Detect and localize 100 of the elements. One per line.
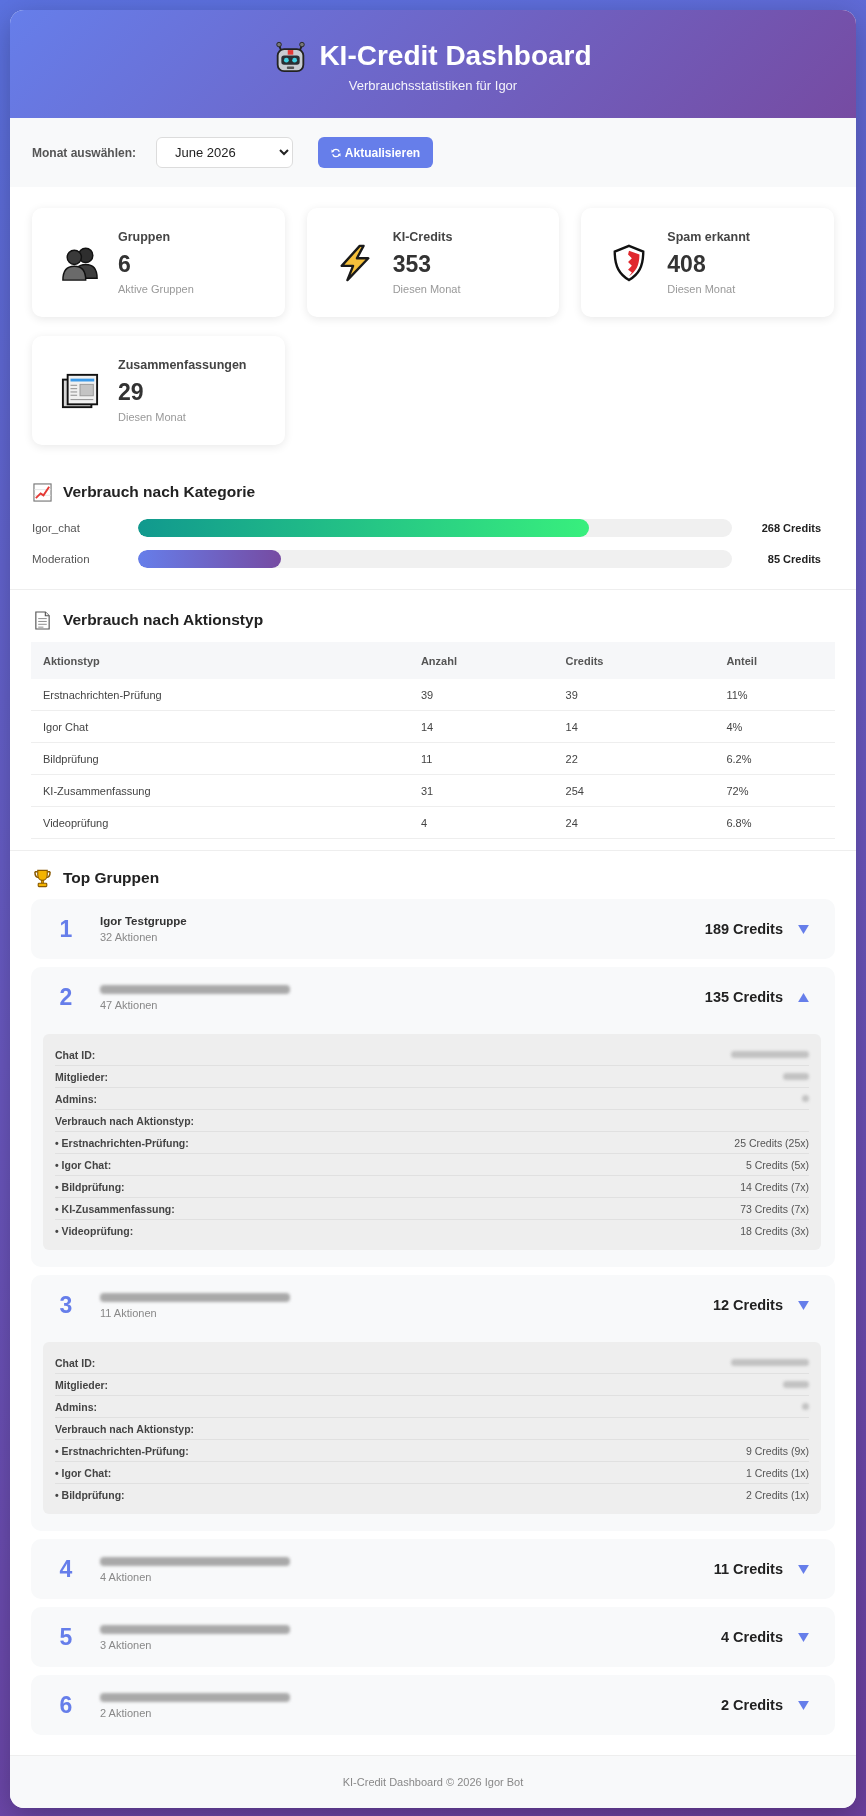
action-count: 32 Aktionen xyxy=(100,931,158,944)
table-cell: 254 xyxy=(553,774,715,807)
stat-caption: Aktive Gruppen xyxy=(118,282,194,296)
column-header: Credits xyxy=(553,642,715,679)
detail-heading: Verbrauch nach Aktionstyp: xyxy=(55,1422,195,1435)
rank-number: 2 xyxy=(58,983,74,1011)
dashboard-subtitle: Verbrauchsstatistiken für Igor xyxy=(348,78,518,94)
category-label: Moderation xyxy=(31,553,90,565)
credit-total: 12 Credits xyxy=(712,1297,783,1313)
table-cell: 22 xyxy=(553,742,715,775)
table-cell: 11 xyxy=(408,742,554,775)
detail-label: • KI-Zusammenfassung: xyxy=(55,1202,175,1215)
detail-label: • Videoprüfung: xyxy=(55,1225,134,1237)
footer-text: KI-Credit Dashboard © 2026 Igor Bot xyxy=(342,1776,524,1788)
refresh-button[interactable]: Aktualisieren xyxy=(318,137,433,168)
detail-label: Chat ID: xyxy=(55,1356,96,1369)
table-cell: 24 xyxy=(553,806,715,839)
table-cell: KI-Zusammenfassung xyxy=(31,774,409,807)
month-label: Monat auswählen: xyxy=(32,145,136,160)
detail-label: • Bildprüfung: xyxy=(55,1489,125,1501)
section-title: Verbrauch nach Kategorie xyxy=(63,482,256,502)
category-label: Igor_chat xyxy=(31,522,80,534)
credit-total: 189 Credits xyxy=(704,921,783,937)
trophy-icon xyxy=(33,868,52,888)
caret-up-icon[interactable] xyxy=(798,992,809,1002)
dashboard-title: KI-Credit Dashboard xyxy=(319,39,592,73)
table-cell: 39 xyxy=(553,679,715,711)
stat-title: Gruppen xyxy=(118,229,171,245)
action-count: 11 Aktionen xyxy=(100,1307,157,1320)
stat-caption: Diesen Monat xyxy=(392,282,461,296)
detail-value: 2 Credits (1x) xyxy=(746,1489,809,1501)
column-header: Aktionstyp xyxy=(31,642,409,679)
rank-number: 4 xyxy=(58,1555,74,1583)
action-count: 3 Aktionen xyxy=(100,1639,152,1652)
table-cell: Videoprüfung xyxy=(31,806,409,839)
detail-label: • Igor Chat: xyxy=(55,1466,112,1479)
column-header: Anzahl xyxy=(408,642,554,679)
rank-number: 5 xyxy=(58,1623,74,1651)
stat-caption: Diesen Monat xyxy=(667,282,736,296)
caret-down-icon[interactable] xyxy=(798,1632,809,1642)
table-cell: 11% xyxy=(714,679,835,711)
detail-label: • Igor Chat: xyxy=(55,1158,112,1171)
stat-title: KI-Credits xyxy=(392,229,453,245)
stat-value: 353 xyxy=(392,250,432,278)
detail-label: Mitglieder: xyxy=(55,1378,109,1391)
table-cell: 4% xyxy=(714,710,835,743)
table-cell: 72% xyxy=(714,774,835,807)
detail-label: • Erstnachrichten-Prüfung: xyxy=(55,1136,189,1149)
section-title: Top Gruppen xyxy=(63,868,160,888)
stat-value: 408 xyxy=(667,250,706,278)
action-count: 47 Aktionen xyxy=(100,999,158,1012)
table-cell: 14 xyxy=(408,710,554,743)
table-cell: 6.2% xyxy=(714,742,835,775)
credit-reading: 85 Credits xyxy=(767,553,821,565)
detail-label: • Bildprüfung: xyxy=(55,1180,125,1193)
rank-number: 6 xyxy=(58,1691,74,1719)
credit-total: 11 Credits xyxy=(713,1561,783,1577)
stat-caption: Diesen Monat xyxy=(118,410,186,424)
column-header: Anteil xyxy=(714,642,835,679)
rank-number: 3 xyxy=(58,1291,74,1319)
caret-down-icon[interactable] xyxy=(798,1564,809,1574)
detail-value: 18 Credits (3x) xyxy=(740,1225,809,1237)
section-title: Verbrauch nach Aktionstyp xyxy=(63,610,264,630)
detail-value: 14 Credits (7x) xyxy=(740,1180,809,1193)
group-name: Igor Testgruppe xyxy=(100,914,187,928)
detail-heading: Verbrauch nach Aktionstyp: xyxy=(55,1114,195,1127)
document-icon xyxy=(33,610,52,630)
robot-icon xyxy=(274,39,308,73)
stat-value: 6 xyxy=(118,250,131,278)
detail-label: Mitglieder: xyxy=(55,1070,109,1083)
credit-total: 2 Credits xyxy=(720,1697,783,1713)
rank-number: 1 xyxy=(58,915,74,943)
action-count: 2 Aktionen xyxy=(100,1707,152,1720)
table-cell: Bildprüfung xyxy=(31,742,409,775)
table-cell: 4 xyxy=(408,806,554,839)
caret-down-icon[interactable] xyxy=(798,1300,809,1310)
table-cell: 6.8% xyxy=(714,806,835,839)
credit-reading: 268 Credits xyxy=(761,522,821,534)
stat-title: Spam erkannt xyxy=(667,229,750,245)
table-cell: Igor Chat xyxy=(31,710,409,743)
detail-label: Admins: xyxy=(55,1092,97,1105)
table-cell: 39 xyxy=(408,679,554,711)
detail-value: 73 Credits (7x) xyxy=(740,1202,809,1215)
detail-label: Chat ID: xyxy=(55,1048,96,1061)
refresh-icon xyxy=(330,147,341,158)
credit-total: 4 Credits xyxy=(720,1629,783,1645)
detail-value: 25 Credits (25x) xyxy=(734,1136,809,1149)
newspaper-icon xyxy=(61,371,99,410)
detail-value: 5 Credits (5x) xyxy=(746,1158,809,1171)
detail-label: • Erstnachrichten-Prüfung: xyxy=(55,1444,189,1457)
table-cell: 14 xyxy=(553,710,715,743)
action-count: 4 Aktionen xyxy=(100,1571,152,1584)
detail-value: 1 Credits (1x) xyxy=(746,1466,809,1479)
month-select[interactable]: June 2026 xyxy=(156,137,293,168)
table-cell: Erstnachrichten-Prüfung xyxy=(31,679,409,711)
credit-total: 135 Credits xyxy=(704,989,783,1005)
caret-down-icon[interactable] xyxy=(798,924,809,934)
caret-down-icon[interactable] xyxy=(798,1700,809,1710)
detail-label: Admins: xyxy=(55,1400,97,1413)
chart-icon xyxy=(33,482,52,502)
